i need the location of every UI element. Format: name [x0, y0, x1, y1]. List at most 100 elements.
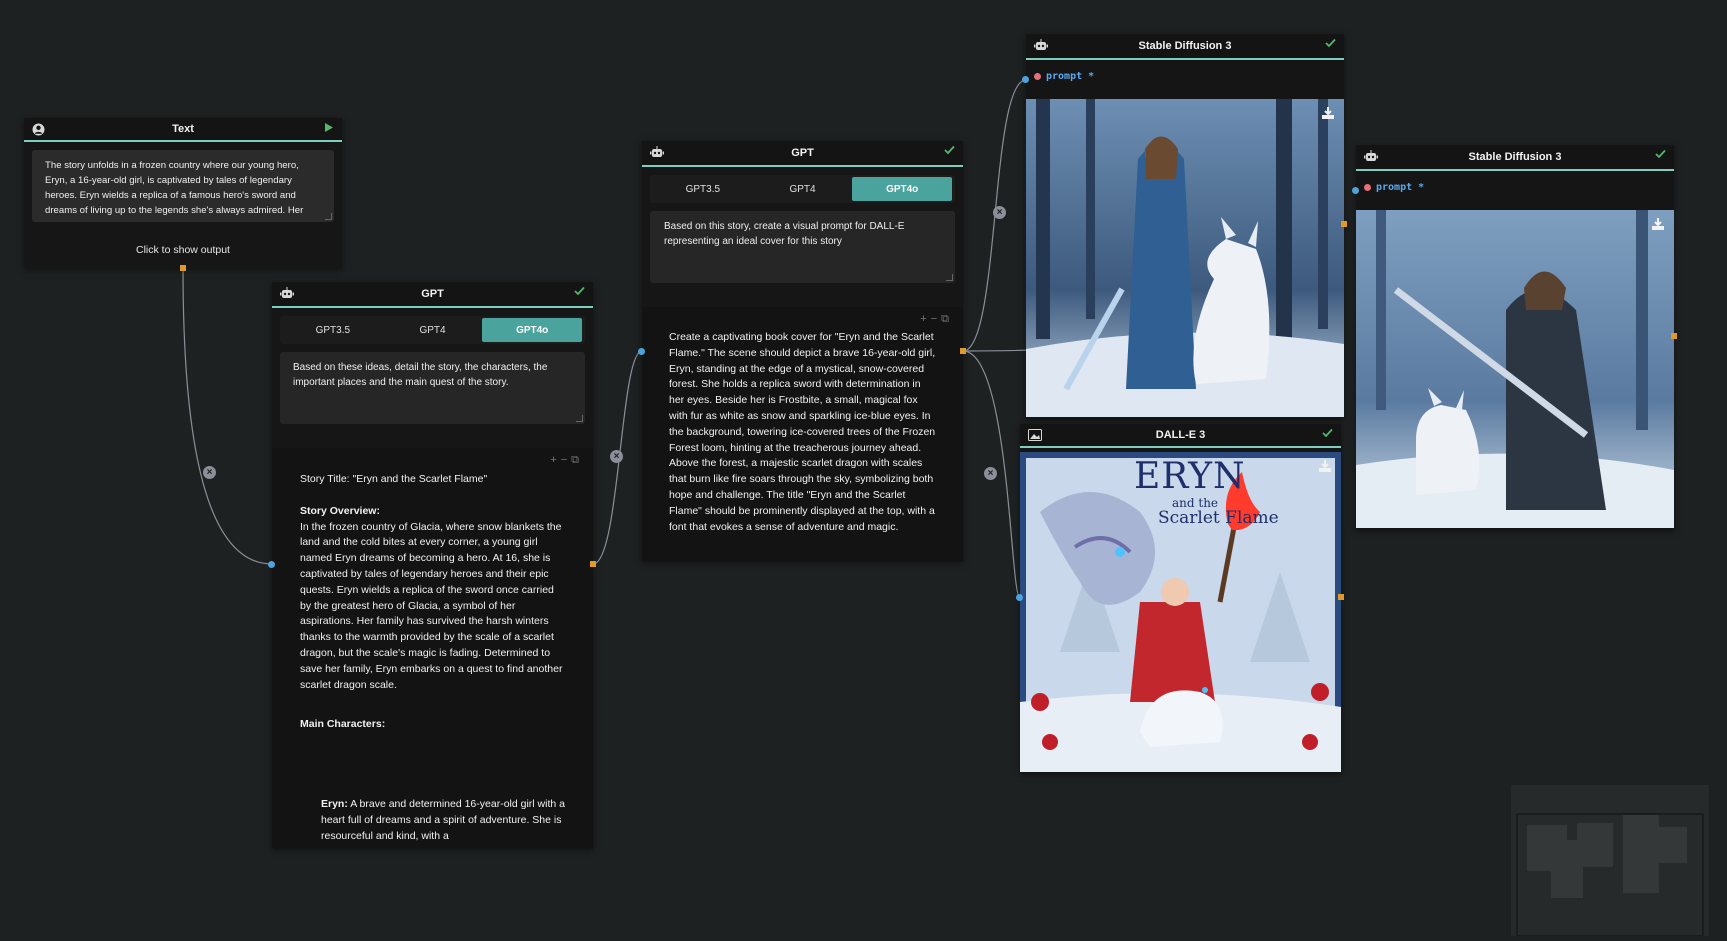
gpt-prompt-output-handle[interactable] [960, 348, 966, 354]
plus-icon[interactable]: + [550, 454, 560, 466]
close-icon[interactable]: × [993, 206, 1006, 219]
check-icon [574, 286, 585, 299]
character-name: Eryn: [321, 798, 348, 811]
close-icon[interactable]: × [984, 467, 997, 480]
dalle-node-title: DALL-E 3 [1155, 429, 1206, 441]
gpt-prompt-input-handle[interactable] [638, 348, 645, 355]
close-icon[interactable]: × [203, 466, 216, 479]
sd3-1-input-handle[interactable] [1022, 76, 1029, 83]
dalle-node[interactable]: DALL-E 3 ERYN and the Scarlet Flame [1020, 424, 1341, 772]
prompt-text: Based on this story, create a visual pro… [664, 221, 905, 247]
gpt-prompt-header[interactable]: GPT [642, 141, 963, 167]
sd3-node-2-title: Stable Diffusion 3 [1468, 151, 1562, 163]
cover-subtitle-scarlet-flame: Scarlet Flame [1158, 508, 1279, 528]
tab-gpt4[interactable]: GPT4 [383, 318, 483, 342]
sd3-node-1[interactable]: Stable Diffusion 3 prompt * [1026, 34, 1344, 418]
copy-icon[interactable]: ⧉ [571, 454, 583, 466]
character-entry: Eryn: A brave and determined 16-year-old… [300, 797, 565, 844]
prompt-input-label: prompt * [1026, 60, 1344, 92]
resize-handle[interactable] [946, 274, 953, 281]
check-icon [1322, 428, 1333, 441]
tab-gpt35[interactable]: GPT3.5 [283, 318, 383, 342]
copy-icon[interactable]: ⧉ [941, 313, 953, 325]
output-tools: +−⧉ [920, 313, 953, 326]
output-tools: +−⧉ [550, 454, 583, 467]
tab-gpt4[interactable]: GPT4 [753, 177, 853, 201]
gpt-prompt-title: GPT [791, 147, 814, 159]
text-node[interactable]: Text The story unfolds in a frozen count… [24, 118, 342, 268]
close-icon[interactable]: × [610, 450, 623, 463]
prompt-label: prompt * [1376, 181, 1425, 193]
user-icon [32, 123, 45, 139]
sd3-2-output-handle[interactable] [1671, 333, 1677, 339]
sd3-2-input-handle[interactable] [1352, 187, 1359, 194]
download-icon[interactable] [1650, 216, 1666, 232]
minus-icon[interactable]: − [931, 313, 941, 325]
resize-handle[interactable] [325, 213, 332, 220]
tab-gpt35[interactable]: GPT3.5 [653, 177, 753, 201]
plus-icon[interactable]: + [920, 313, 930, 325]
prompt-label: prompt * [1046, 70, 1095, 82]
generated-image-1[interactable] [1026, 99, 1344, 417]
minus-icon[interactable]: − [561, 454, 571, 466]
winter-girl-sword-image [1356, 210, 1674, 528]
cover-title: ERYN [1134, 456, 1246, 497]
overview-heading: Story Overview: [300, 504, 380, 517]
prompt-input-label: prompt * [1356, 171, 1674, 203]
image-icon [1028, 429, 1042, 444]
sd3-node-1-header[interactable]: Stable Diffusion 3 [1026, 34, 1344, 60]
gpt-story-output-handle[interactable] [590, 561, 596, 567]
resize-handle[interactable] [576, 415, 583, 422]
output-panel[interactable]: +−⧉ Story Title: "Eryn and the Scarlet F… [272, 448, 593, 848]
minimap[interactable] [1511, 785, 1709, 937]
robot-icon [280, 287, 294, 302]
sd3-1-output-handle[interactable] [1341, 221, 1347, 227]
text-output-handle[interactable] [180, 265, 186, 271]
tab-gpt4o[interactable]: GPT4o [852, 177, 953, 201]
generated-image-2[interactable] [1356, 210, 1674, 528]
download-icon[interactable] [1317, 458, 1333, 474]
winter-girl-fox-image [1026, 99, 1344, 417]
gpt-story-input-handle[interactable] [268, 561, 275, 568]
tab-gpt4o[interactable]: GPT4o [482, 318, 583, 342]
dalle-cover-image[interactable]: ERYN and the Scarlet Flame [1020, 452, 1341, 772]
check-icon [1655, 149, 1666, 162]
prompt-text: Based on these ideas, detail the story, … [293, 362, 548, 388]
minimap-preview [1516, 813, 1704, 937]
character-text: A brave and determined 16-year-old girl … [321, 798, 565, 842]
gpt-story-node[interactable]: GPT GPT3.5 GPT4 GPT4o Based on these ide… [272, 282, 593, 848]
overview-text: In the frozen country of Glacia, where s… [300, 520, 563, 691]
output-panel[interactable]: +−⧉ Create a captivating book cover for … [642, 307, 963, 561]
model-selector: GPT3.5 GPT4 GPT4o [650, 175, 955, 203]
text-node-title: Text [172, 123, 194, 135]
play-icon[interactable] [324, 122, 334, 136]
download-icon[interactable] [1320, 105, 1336, 121]
characters-heading: Main Characters: [300, 718, 386, 731]
robot-icon [1034, 39, 1048, 54]
gpt-story-title: GPT [421, 288, 444, 300]
check-icon [1325, 38, 1336, 51]
dalle-input-handle[interactable] [1016, 594, 1023, 601]
check-icon [944, 145, 955, 158]
model-selector: GPT3.5 GPT4 GPT4o [280, 316, 585, 344]
show-output-button[interactable]: Click to show output [24, 237, 342, 263]
text-node-header[interactable]: Text [24, 118, 342, 142]
dalle-node-header[interactable]: DALL-E 3 [1020, 424, 1341, 448]
robot-icon [650, 146, 664, 161]
required-dot [1364, 183, 1371, 191]
gpt-story-header[interactable]: GPT [272, 282, 593, 308]
prompt-input[interactable]: Based on these ideas, detail the story, … [280, 352, 585, 424]
story-output: Story Title: "Eryn and the Scarlet Flame… [272, 448, 593, 845]
robot-icon [1364, 150, 1378, 165]
visual-prompt-output: Create a captivating book cover for "Ery… [669, 331, 936, 533]
text-content: The story unfolds in a frozen country wh… [45, 160, 304, 216]
sd3-node-1-title: Stable Diffusion 3 [1138, 40, 1232, 52]
sd3-node-2[interactable]: Stable Diffusion 3 prompt * [1356, 145, 1674, 529]
gpt-prompt-node[interactable]: GPT GPT3.5 GPT4 GPT4o Based on this stor… [642, 141, 963, 561]
required-dot [1034, 72, 1041, 80]
text-content-box[interactable]: The story unfolds in a frozen country wh… [32, 150, 334, 222]
prompt-input[interactable]: Based on this story, create a visual pro… [650, 211, 955, 283]
dalle-output-handle[interactable] [1338, 594, 1344, 600]
story-title-line: Story Title: "Eryn and the Scarlet Flame… [300, 473, 488, 485]
sd3-node-2-header[interactable]: Stable Diffusion 3 [1356, 145, 1674, 171]
